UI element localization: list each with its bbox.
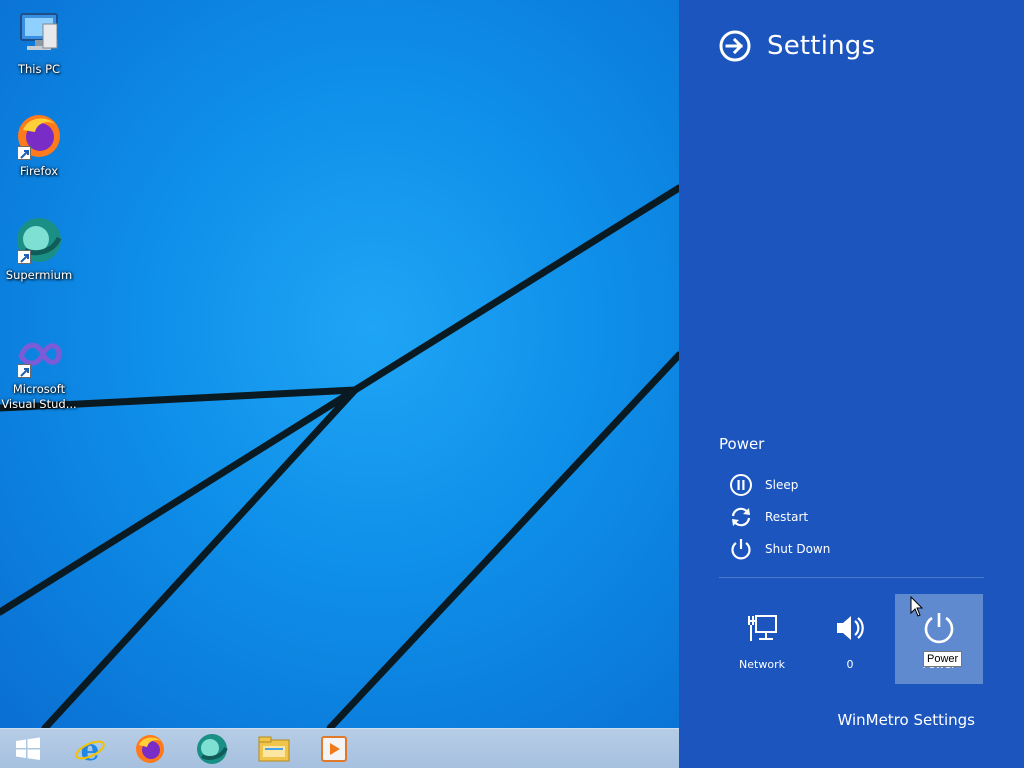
taskbar-file-explorer[interactable] (246, 731, 302, 767)
shutdown-label: Shut Down (765, 542, 831, 556)
shutdown-icon (731, 539, 751, 560)
internet-explorer-icon: e (75, 733, 105, 765)
mouse-cursor-icon (910, 596, 924, 617)
restart-icon (731, 507, 751, 527)
shortcut-arrow-icon (17, 146, 31, 160)
sleep-icon (730, 474, 752, 496)
volume-icon (837, 616, 864, 640)
svg-text:e: e (80, 733, 99, 765)
start-button[interactable] (0, 731, 56, 767)
sleep-label: Sleep (765, 478, 799, 492)
power-icon (924, 613, 954, 644)
volume-tile[interactable]: 0 (806, 594, 894, 684)
desktop-icon-this-pc[interactable]: This PC (0, 10, 78, 77)
visual-studio-icon (15, 330, 63, 378)
volume-level-label: 0 (846, 658, 854, 671)
taskbar-internet-explorer[interactable]: e (62, 731, 118, 767)
windows-start-icon (16, 737, 40, 760)
this-pc-icon (15, 10, 63, 58)
supermium-icon (15, 216, 63, 264)
shortcut-arrow-icon (17, 364, 31, 378)
network-tile[interactable]: Network (718, 594, 806, 684)
power-tile[interactable]: Power (895, 594, 983, 684)
firefox-icon (136, 735, 164, 763)
network-icon (748, 615, 777, 641)
desktop-icon-supermium[interactable]: Supermium (0, 216, 78, 283)
restart-label: Restart (765, 510, 809, 524)
power-tooltip: Power (923, 651, 963, 667)
network-label: Network (739, 658, 785, 671)
supermium-icon (197, 734, 228, 764)
taskbar-media-player[interactable] (306, 731, 362, 767)
desktop-icon-label: This PC (17, 62, 61, 76)
file-explorer-icon (258, 736, 290, 762)
desktop-icon-label: Microsoft Visual Stud... (1, 382, 77, 411)
shortcut-arrow-icon (17, 250, 31, 264)
desktop-icon-label: Supermium (5, 268, 73, 282)
wallpaper-lines (0, 184, 679, 728)
desktop-icon-visual-studio[interactable]: Microsoft Visual Stud... (0, 330, 78, 412)
settings-header: Settings (719, 30, 875, 62)
shutdown-option[interactable]: Shut Down (729, 537, 830, 561)
desktop: This PC Firefox Supermium Microsoft Visu… (0, 0, 679, 728)
power-section-heading: Power (719, 435, 765, 453)
taskbar: e (0, 728, 679, 768)
desktop-icon-label: Firefox (19, 164, 59, 178)
settings-charm-panel: Settings Power Sleep Restart Shut Down N… (679, 0, 1024, 768)
restart-option[interactable]: Restart (729, 505, 808, 529)
taskbar-supermium[interactable] (184, 731, 240, 767)
desktop-icon-firefox[interactable]: Firefox (0, 112, 78, 179)
back-arrow-icon[interactable] (719, 30, 751, 62)
media-player-icon (321, 736, 347, 762)
sleep-option[interactable]: Sleep (729, 473, 798, 497)
page-title: Settings (767, 31, 876, 61)
winmetro-settings-link[interactable]: WinMetro Settings (837, 711, 975, 729)
taskbar-firefox[interactable] (122, 731, 178, 767)
firefox-icon (15, 112, 63, 160)
section-divider (719, 577, 984, 578)
